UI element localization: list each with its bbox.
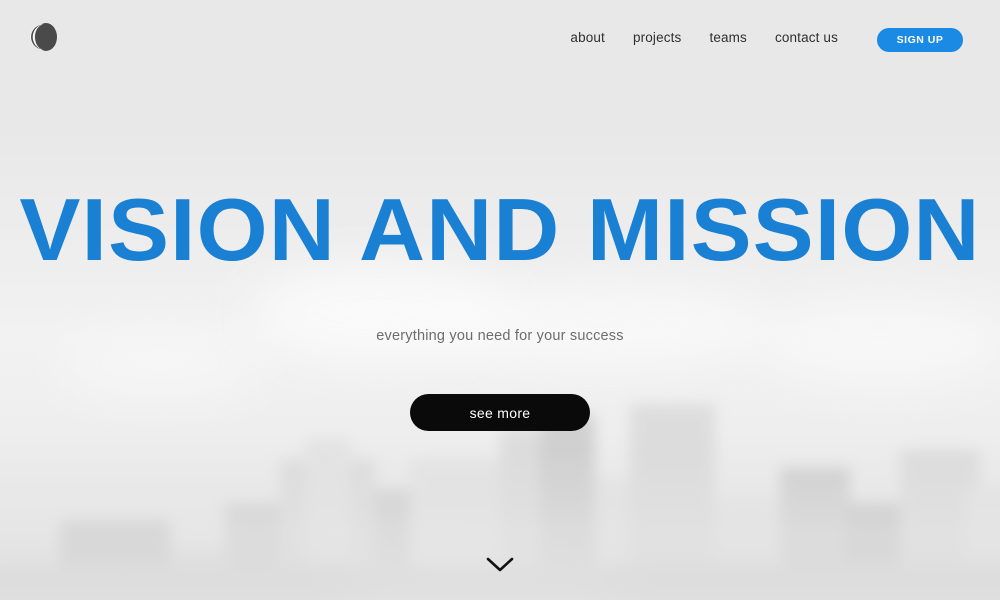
see-more-button[interactable]: see more <box>410 394 590 431</box>
nav-link-projects[interactable]: projects <box>619 30 695 45</box>
hero-background-image <box>0 0 1000 600</box>
nav-link-about[interactable]: about <box>556 30 619 45</box>
crescent-moon-logo-icon[interactable] <box>30 22 62 52</box>
hero-section: about projects teams contact us SIGN UP … <box>0 0 1000 600</box>
cta-container: see more <box>0 394 1000 431</box>
scroll-down-indicator[interactable] <box>0 556 1000 574</box>
sign-up-button[interactable]: SIGN UP <box>877 28 963 52</box>
chevron-down-icon[interactable] <box>485 556 515 574</box>
navigation-bar: about projects teams contact us SIGN UP <box>0 0 1000 74</box>
nav-links: about projects teams contact us <box>556 0 852 74</box>
nav-link-contact-us[interactable]: contact us <box>761 30 852 45</box>
bottom-haze-overlay <box>0 450 1000 600</box>
cloud-blob <box>430 285 770 365</box>
nav-link-teams[interactable]: teams <box>695 30 761 45</box>
